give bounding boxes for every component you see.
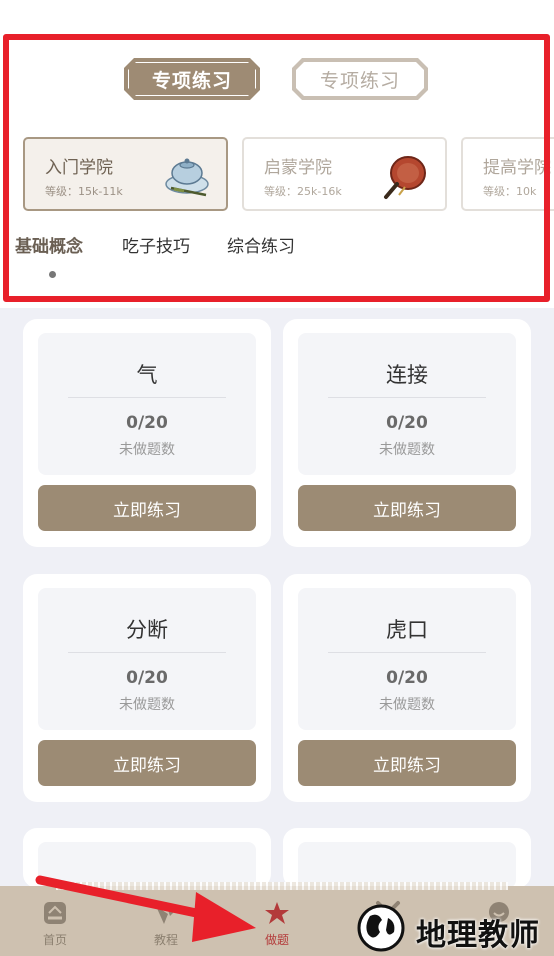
nav-label: 做题 bbox=[264, 933, 289, 947]
topic-title: 气 bbox=[136, 363, 158, 387]
tutorial-icon bbox=[156, 904, 176, 924]
category-tab-capturing[interactable]: 吃子技巧 bbox=[122, 232, 190, 257]
divider bbox=[68, 397, 226, 398]
nav-label: 首页 bbox=[42, 933, 67, 947]
nav-home[interactable]: 首页 bbox=[25, 898, 85, 950]
mode-tab-label: 专项练习 bbox=[296, 62, 424, 96]
watermark-text: 地理教师 bbox=[416, 918, 540, 953]
practice-now-button[interactable]: 立即练习 bbox=[38, 740, 256, 786]
category-tab-comprehensive[interactable]: 综合练习 bbox=[227, 232, 295, 257]
mode-tab-special-practice-alt[interactable]: 专项练习 bbox=[292, 58, 428, 100]
topic-card: 虎口 0/20 未做题数 立即练习 bbox=[283, 574, 531, 802]
topic-card: 连接 0/20 未做题数 立即练习 bbox=[283, 319, 531, 547]
academy-name: 提高学院 bbox=[483, 158, 551, 178]
topic-card-partial bbox=[23, 828, 271, 888]
mode-tab-label: 专项练习 bbox=[128, 62, 256, 96]
star-icon bbox=[265, 902, 289, 924]
topic-card: 气 0/20 未做题数 立即练习 bbox=[23, 319, 271, 547]
decorative-border bbox=[56, 882, 508, 890]
academy-card-advanced[interactable]: 提高学院 等级：10k bbox=[461, 137, 554, 211]
topic-count: 0/20 bbox=[386, 668, 428, 688]
mode-tab-special-practice[interactable]: 专项练习 bbox=[124, 58, 260, 100]
academy-level: 等级：25k-16k bbox=[264, 185, 342, 198]
topic-card: 分断 0/20 未做题数 立即练习 bbox=[23, 574, 271, 802]
fan-icon bbox=[384, 156, 426, 199]
header-panel: 专项练习 专项练习 入门学院 等级：15k-11k 启蒙学院 等级：25k-16… bbox=[0, 0, 554, 308]
nav-label: 教程 bbox=[153, 933, 178, 947]
academy-card-beginner[interactable]: 入门学院 等级：15k-11k bbox=[23, 137, 228, 211]
topic-info: 连接 0/20 未做题数 bbox=[298, 333, 516, 475]
topic-info: 气 0/20 未做题数 bbox=[38, 333, 256, 475]
topic-count-label: 未做题数 bbox=[379, 442, 435, 458]
topic-count-label: 未做题数 bbox=[119, 442, 175, 458]
topic-info: 分断 0/20 未做题数 bbox=[38, 588, 256, 730]
practice-now-button[interactable]: 立即练习 bbox=[298, 485, 516, 531]
globe-logo-icon bbox=[357, 904, 405, 952]
topic-card-partial bbox=[283, 828, 531, 888]
academy-level: 等级：10k bbox=[483, 185, 537, 198]
academy-name: 启蒙学院 bbox=[264, 158, 332, 178]
topic-count-label: 未做题数 bbox=[379, 697, 435, 713]
divider bbox=[68, 652, 226, 653]
divider bbox=[328, 652, 486, 653]
academy-card-enlightenment[interactable]: 启蒙学院 等级：25k-16k bbox=[242, 137, 447, 211]
topic-title: 连接 bbox=[386, 363, 428, 387]
teapot-icon bbox=[165, 158, 209, 197]
topic-info: 虎口 0/20 未做题数 bbox=[298, 588, 516, 730]
academy-level: 等级：15k-11k bbox=[45, 185, 123, 198]
topic-count: 0/20 bbox=[126, 668, 168, 688]
topic-count-label: 未做题数 bbox=[119, 697, 175, 713]
watermark: 地理教师 bbox=[352, 900, 552, 956]
nav-practice[interactable]: 做题 bbox=[247, 898, 307, 950]
academy-name: 入门学院 bbox=[45, 158, 113, 178]
topic-count: 0/20 bbox=[126, 413, 168, 433]
topic-title: 分断 bbox=[126, 618, 168, 642]
divider bbox=[328, 397, 486, 398]
category-tab-basic-concepts[interactable]: 基础概念 bbox=[15, 232, 83, 257]
home-icon bbox=[44, 902, 66, 924]
active-tab-indicator bbox=[49, 271, 56, 278]
topic-title: 虎口 bbox=[386, 618, 428, 642]
practice-now-button[interactable]: 立即练习 bbox=[298, 740, 516, 786]
practice-now-button[interactable]: 立即练习 bbox=[38, 485, 256, 531]
topic-count: 0/20 bbox=[386, 413, 428, 433]
nav-tutorial[interactable]: 教程 bbox=[136, 898, 196, 950]
